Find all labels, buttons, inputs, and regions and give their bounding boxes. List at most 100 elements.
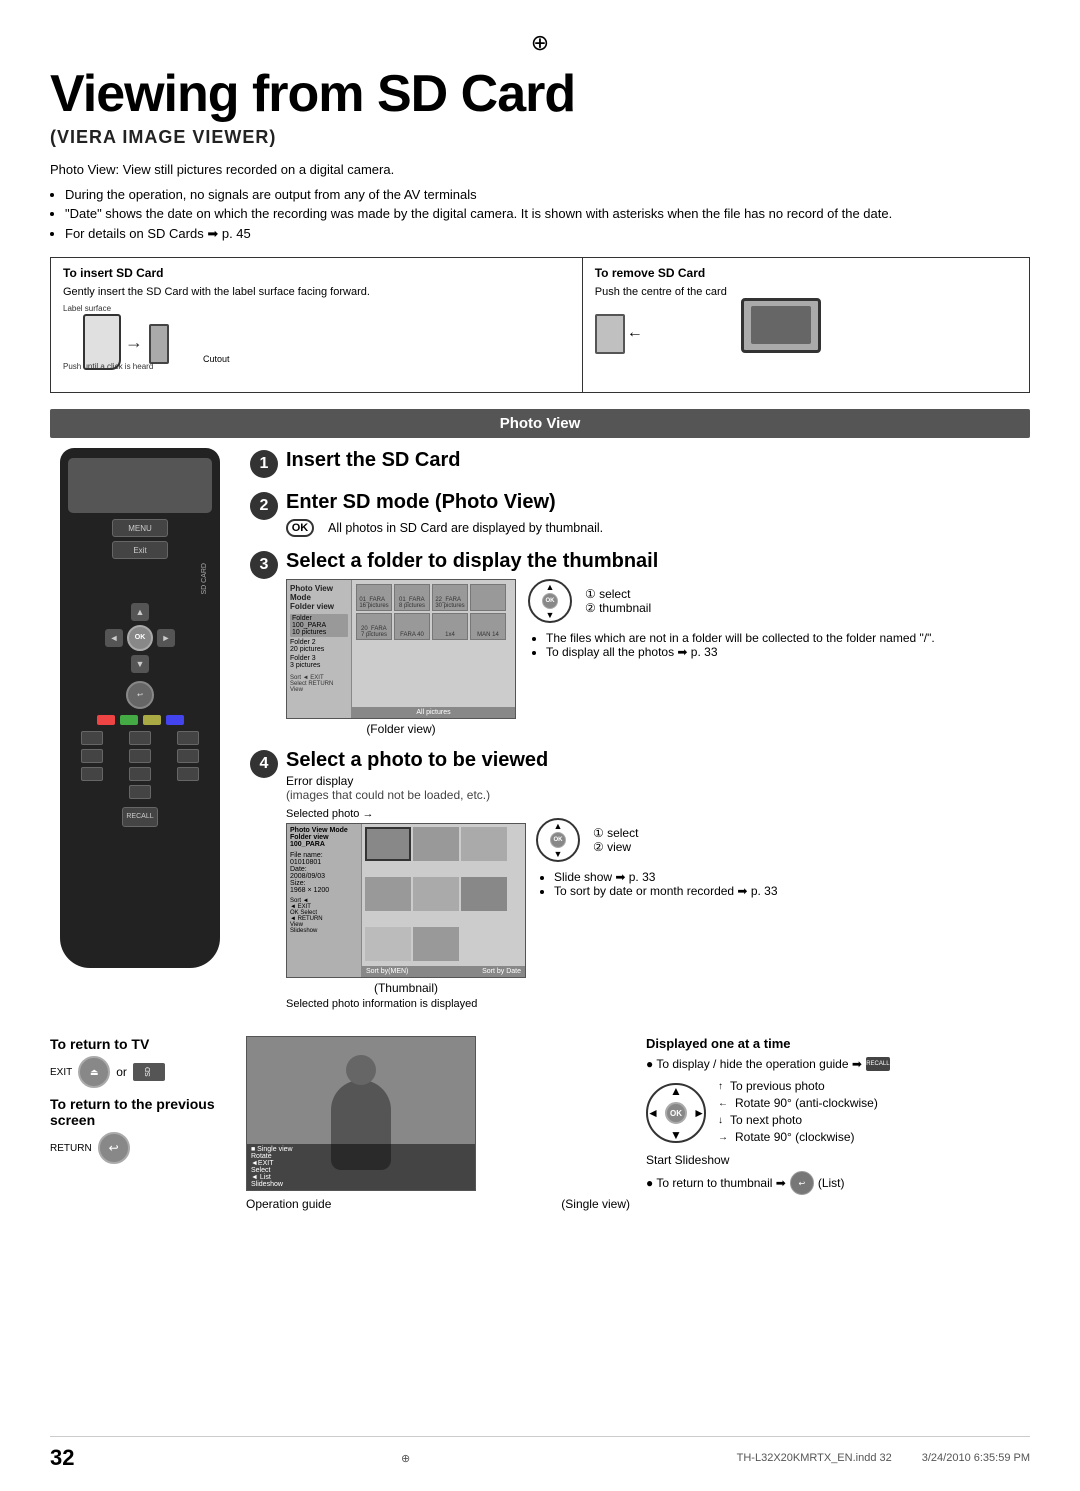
num-btn-2[interactable] (129, 731, 151, 745)
sd-insert-title: To insert SD Card (63, 266, 570, 280)
sd-arrow-art: → (125, 332, 143, 353)
num-btn-5[interactable] (129, 749, 151, 763)
thumb-2 (413, 827, 459, 861)
remote-control: MENU Exit SD CARD ▲ ▼ ◄ ► OK (60, 448, 220, 968)
info-label: Selected photo information is displayed (286, 998, 526, 1010)
num-btn-4[interactable] (81, 749, 103, 763)
num-btn-0[interactable] (129, 785, 151, 799)
section4-area: Selected photo → Photo View ModeFolder v… (286, 808, 1030, 1010)
num-btn-9[interactable] (177, 767, 199, 781)
step3-thumb-label: ② thumbnail (585, 601, 651, 615)
recall-badge-art: RECALL (866, 1057, 890, 1071)
fs-folder-item2: Folder 220 pictures (290, 639, 348, 653)
controls-dpad-ok: OK (670, 1109, 682, 1118)
dpad-ok[interactable]: OK (127, 625, 153, 651)
fs-mode-label: Photo View ModeFolder view (290, 584, 348, 611)
step4-nav-control: OK ▲ ▼ ① select ② view (536, 818, 778, 862)
thumb-8 (413, 927, 459, 961)
yellow-btn[interactable] (143, 715, 161, 725)
step3-nav-labels: ① select ② thumbnail (585, 587, 651, 615)
controls-dpad: OK ▲ ▼ ◄ ► (646, 1083, 706, 1143)
sd-insert-diagram: → Label surface Push until a click is he… (63, 304, 570, 384)
num-btn-7[interactable] (81, 767, 103, 781)
remote-exit-row: Exit (68, 541, 212, 559)
thumb-sort-label: Sort by(MEN) (366, 968, 408, 975)
num-btn-6[interactable] (177, 749, 199, 763)
step-2-number: 2 (250, 492, 278, 520)
step4-dpad-up: ▲ (554, 821, 563, 831)
page-subtitle: (VIERA IMAGE VIEWER) (50, 127, 1030, 148)
step4-dpad-center: OK (550, 832, 566, 848)
controls-dpad-center: OK (665, 1102, 687, 1124)
fs-thumb-6: FARA 40 (394, 613, 430, 640)
sv-rotate-label: Rotate (251, 1153, 471, 1160)
folder-screenshot-wrapper: Photo View ModeFolder view Folder 100_PA… (286, 579, 516, 736)
tv-art (741, 298, 821, 353)
step-4-number: 4 (250, 750, 278, 778)
num-btn-3[interactable] (177, 731, 199, 745)
return-box: To return to TV EXIT ⏏ or SD To return t… (50, 1036, 230, 1170)
dpad-right[interactable]: ► (157, 629, 175, 647)
control-next-photo: ↓ To next photo (718, 1113, 878, 1127)
arrow-down-indicator: ↓ (718, 1115, 723, 1126)
remote-menu-btn[interactable]: MENU (112, 519, 168, 537)
dpad-left[interactable]: ◄ (105, 629, 123, 647)
fs-main: 01_FARA16 pictures 01_FARA8 pictures 22_… (352, 580, 515, 718)
blue-btn[interactable] (166, 715, 184, 725)
remote-dpad-area: ▲ ▼ ◄ ► OK (68, 603, 212, 673)
return-tv-title: To return to TV (50, 1036, 230, 1052)
return-thumbnail-row: ● To return to thumbnail ➡ ↩ (List) (646, 1171, 1030, 1195)
step-1-content: Insert the SD Card (286, 448, 460, 472)
remote-dpad: ▲ ▼ ◄ ► OK (105, 603, 175, 673)
exit-icon: ⏏ (90, 1067, 99, 1078)
single-view-labels: Operation guide (Single view) (246, 1197, 630, 1211)
step-1-number: 1 (250, 450, 278, 478)
footer-info: TH-L32X20KMRTX_EN.indd 32 3/24/2010 6:35… (737, 1452, 1030, 1464)
step4-nav-labels: ① select ② view (593, 826, 638, 854)
remote-exit-btn[interactable]: Exit (112, 541, 168, 559)
thumb-date: Date:2008/09/03 (290, 866, 358, 880)
intro-bullet-3: For details on SD Cards ➡ p. 45 (65, 224, 1030, 244)
dpad-up[interactable]: ▲ (131, 603, 149, 621)
step3-bullets: The files which are not in a folder will… (546, 631, 935, 659)
sd-remove-section: To remove SD Card Push the centre of the… (583, 258, 1029, 392)
step-3-nav-control: OK ▲ ▼ ① select ② thumbnail (528, 579, 935, 623)
fs-all-pictures: All pictures (352, 707, 515, 718)
arrow-left-indicator: ← (718, 1098, 728, 1109)
step-3-row: 3 Select a folder to display the thumbna… (250, 549, 1030, 736)
step-2-content: Enter SD mode (Photo View) OK All photos… (286, 490, 603, 537)
return-tv-row: EXIT ⏏ or SD (50, 1056, 230, 1088)
footer-file: TH-L32X20KMRTX_EN.indd 32 (737, 1452, 892, 1464)
step-3-title: Select a folder to display the thumbnail (286, 549, 1030, 573)
green-btn[interactable] (120, 715, 138, 725)
step4-bullet-1: Slide show ➡ p. 33 (554, 870, 778, 884)
remote-recall-btn[interactable]: RECALL (122, 807, 158, 827)
page-container: ⊕ Viewing from SD Card (VIERA IMAGE VIEW… (0, 0, 1080, 1491)
red-btn[interactable] (97, 715, 115, 725)
step4-bullets: Slide show ➡ p. 33 To sort by date or mo… (554, 870, 778, 898)
return-thumbnail-text: ● To return to thumbnail ➡ (646, 1176, 786, 1190)
thumb-size: Size:1968 × 1200 (290, 880, 358, 894)
page-title: Viewing from SD Card (50, 66, 1030, 123)
selected-photo-label: Selected photo → (286, 808, 526, 820)
sd-slot-art (149, 324, 169, 364)
dpad-down[interactable]: ▼ (131, 655, 149, 673)
tv-screen (751, 306, 811, 344)
arrow-up-indicator: ↑ (718, 1081, 723, 1092)
thumb-filename: File name:01010801 (290, 852, 358, 866)
return-btn-art: ↩ (98, 1132, 130, 1164)
remote-column: MENU Exit SD CARD ▲ ▼ ◄ ► OK (50, 448, 230, 1022)
step3-dpad-up: ▲ (546, 582, 555, 592)
remote-num-row4 (68, 785, 212, 799)
num-btn-1[interactable] (81, 731, 103, 745)
step4-bullet-2: To sort by date or month recorded ➡ p. 3… (554, 884, 778, 898)
recall-badge-text: RECALL (866, 1061, 889, 1067)
fs-thumb-1: 01_FARA16 pictures (356, 584, 392, 611)
step3-select-label: ① select (585, 587, 651, 601)
step-2-note: All photos in SD Card are displayed by t… (328, 521, 603, 535)
return-icon: ↩ (137, 691, 143, 699)
sd-cutout-label: Cutout (203, 354, 230, 364)
num-btn-8[interactable] (129, 767, 151, 781)
remote-return-btn[interactable]: ↩ (126, 681, 154, 709)
sd-insert-section: To insert SD Card Gently insert the SD C… (51, 258, 583, 392)
